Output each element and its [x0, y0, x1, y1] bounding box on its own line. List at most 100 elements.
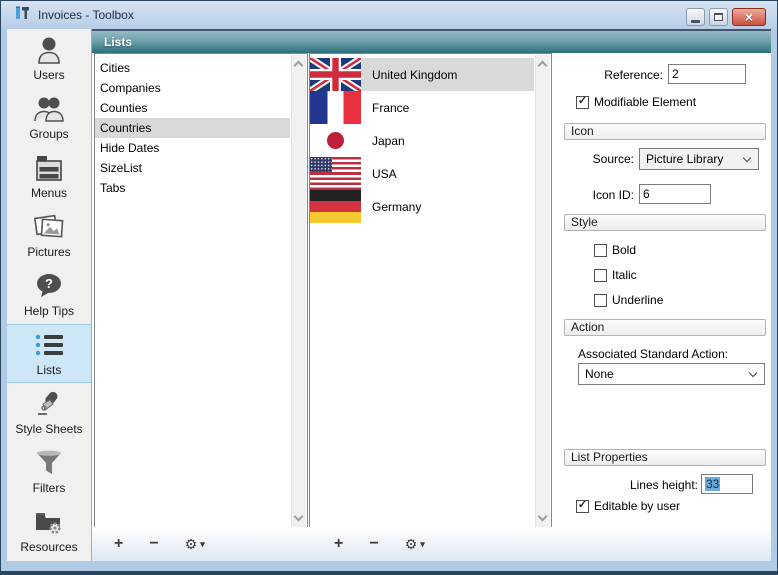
- close-button[interactable]: ×: [732, 8, 766, 26]
- list-actions-menu-button[interactable]: ⚙ ▾: [185, 537, 205, 551]
- window-controls: ×: [686, 8, 766, 26]
- associated-action-label: Associated Standard Action:: [578, 347, 728, 361]
- checkbox-label: Bold: [612, 243, 636, 257]
- sidebar-item-groups[interactable]: Groups: [7, 88, 91, 147]
- list-item-label: Hide Dates: [100, 141, 159, 155]
- checkmark-icon: ✓: [578, 500, 587, 511]
- sidebar-item-menus[interactable]: Menus: [7, 147, 91, 206]
- scroll-up-icon[interactable]: [538, 61, 548, 71]
- list-item[interactable]: Cities: [95, 58, 290, 78]
- maximize-button[interactable]: [709, 8, 728, 26]
- france-flag-icon: [310, 91, 361, 124]
- sidebar: Users Groups: [7, 29, 92, 561]
- lists-panel: Cities Companies Counties Countries Hide…: [94, 53, 308, 529]
- element-item-label: United Kingdom: [372, 68, 457, 82]
- toolbox-app-icon: [14, 5, 30, 26]
- checkbox-label: Modifiable Element: [594, 95, 696, 109]
- elements-panel: United Kingdom France Japan USA Germany: [309, 53, 552, 529]
- action-section-header: Action: [564, 319, 766, 336]
- checkbox-box[interactable]: [594, 294, 607, 307]
- caret-down-icon: ▾: [420, 540, 425, 549]
- lists-scrollbar[interactable]: [291, 55, 306, 527]
- underline-checkbox[interactable]: Underline: [594, 293, 663, 307]
- scroll-up-icon[interactable]: [294, 61, 304, 71]
- sidebar-item-style-sheets[interactable]: Style Sheets: [7, 383, 91, 442]
- element-item[interactable]: Germany: [310, 190, 534, 223]
- icon-section-header: Icon: [564, 123, 766, 140]
- bottom-toolbar: + − ⚙ ▾ + − ⚙ ▾: [92, 527, 771, 561]
- scroll-down-icon[interactable]: [538, 512, 548, 522]
- close-icon: ×: [745, 10, 753, 24]
- element-item-selected[interactable]: United Kingdom: [310, 58, 534, 91]
- element-item[interactable]: USA: [310, 157, 534, 190]
- element-item-label: Japan: [372, 134, 405, 148]
- element-item-label: USA: [372, 167, 397, 181]
- sidebar-item-label: Pictures: [27, 245, 70, 259]
- checkbox-box[interactable]: [594, 244, 607, 257]
- checkbox-label: Italic: [612, 268, 637, 282]
- reference-input[interactable]: [668, 64, 746, 84]
- italic-checkbox[interactable]: Italic: [594, 268, 637, 282]
- style-section-header: Style: [564, 214, 766, 231]
- sidebar-item-lists[interactable]: Lists: [7, 324, 91, 383]
- element-item[interactable]: Japan: [310, 124, 534, 157]
- minimize-button[interactable]: [686, 8, 705, 26]
- sidebar-item-users[interactable]: Users: [7, 29, 91, 88]
- remove-list-button[interactable]: −: [149, 536, 158, 552]
- elements-scrollbar[interactable]: [535, 55, 550, 527]
- minimize-icon: [691, 20, 700, 23]
- list-item[interactable]: Tabs: [95, 178, 290, 198]
- lists-toolbar-group: + − ⚙ ▾: [114, 527, 205, 561]
- filters-icon: [36, 448, 62, 478]
- element-item[interactable]: France: [310, 91, 534, 124]
- pictures-icon: [34, 212, 64, 242]
- title-bar[interactable]: Invoices - Toolbox ×: [1, 1, 777, 29]
- checkbox-box[interactable]: ✓: [576, 96, 589, 109]
- selected-text: 33: [705, 477, 720, 491]
- element-actions-menu-button[interactable]: ⚙ ▾: [405, 537, 425, 551]
- help-tips-icon: ?: [35, 271, 63, 301]
- checkbox-label: Editable by user: [594, 499, 680, 513]
- sidebar-item-label: Resources: [20, 540, 77, 554]
- element-item-label: Germany: [372, 200, 421, 214]
- bold-checkbox[interactable]: Bold: [594, 243, 636, 257]
- section-header-title: Lists: [104, 35, 132, 49]
- japan-flag-icon: [310, 124, 361, 157]
- lines-height-input[interactable]: 33: [701, 474, 753, 494]
- lines-height-label: Lines height:: [556, 478, 698, 492]
- list-item[interactable]: SizeList: [95, 158, 290, 178]
- elements-toolbar-group: + − ⚙ ▾: [334, 527, 425, 561]
- modifiable-element-checkbox[interactable]: ✓ Modifiable Element: [576, 95, 696, 109]
- sidebar-item-pictures[interactable]: Pictures: [7, 206, 91, 265]
- usa-flag-icon: [310, 157, 361, 190]
- add-element-button[interactable]: +: [334, 536, 343, 552]
- scroll-down-icon[interactable]: [294, 512, 304, 522]
- sidebar-item-label: Filters: [33, 481, 66, 495]
- standard-action-select[interactable]: None: [578, 363, 765, 385]
- list-item-label: Tabs: [100, 181, 125, 195]
- uk-flag-icon: [310, 58, 361, 91]
- gear-icon: ⚙: [405, 537, 418, 551]
- add-list-button[interactable]: +: [114, 536, 123, 552]
- editable-by-user-checkbox[interactable]: ✓ Editable by user: [576, 499, 680, 513]
- sidebar-item-help-tips[interactable]: ? Help Tips: [7, 265, 91, 324]
- list-item-label: Companies: [100, 81, 161, 95]
- sidebar-item-label: Style Sheets: [15, 422, 82, 436]
- list-item-selected[interactable]: Countries: [95, 118, 290, 138]
- menus-icon: [35, 153, 63, 183]
- style-sheets-icon: [35, 389, 63, 419]
- checkbox-box[interactable]: ✓: [576, 500, 589, 513]
- list-item[interactable]: Companies: [95, 78, 290, 98]
- window-title: Invoices - Toolbox: [38, 8, 134, 22]
- sidebar-item-resources[interactable]: Resources: [7, 501, 91, 560]
- list-item[interactable]: Counties: [95, 98, 290, 118]
- remove-element-button[interactable]: −: [369, 536, 378, 552]
- icon-id-input[interactable]: [639, 184, 711, 204]
- checkbox-box[interactable]: [594, 269, 607, 282]
- source-select[interactable]: Picture Library: [639, 148, 759, 170]
- list-item-label: Counties: [100, 101, 147, 115]
- list-item[interactable]: Hide Dates: [95, 138, 290, 158]
- caret-down-icon: ▾: [200, 540, 205, 549]
- list-item-label: SizeList: [100, 161, 142, 175]
- sidebar-item-filters[interactable]: Filters: [7, 442, 91, 501]
